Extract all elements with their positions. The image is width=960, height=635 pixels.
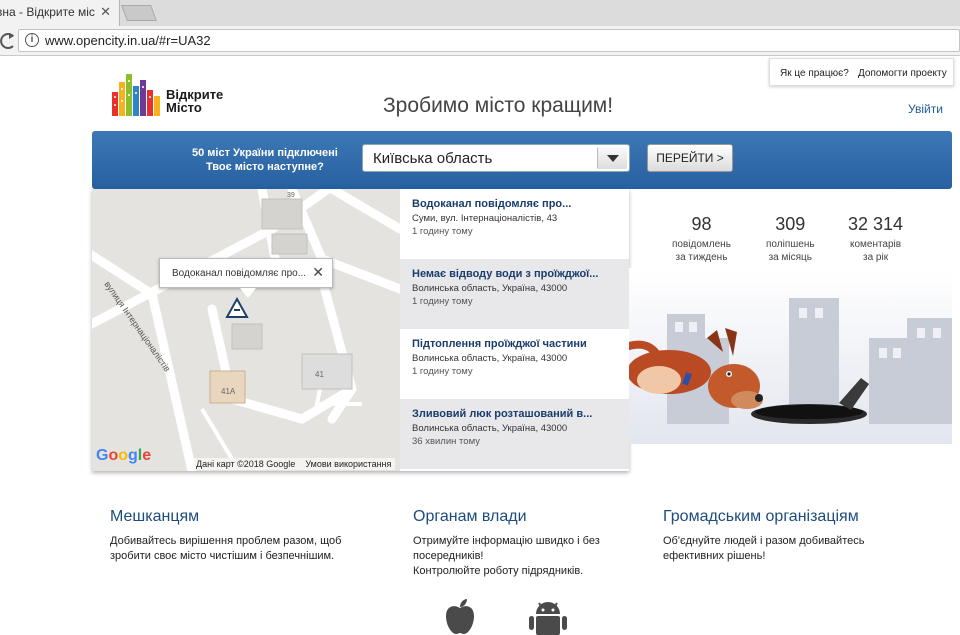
go-button[interactable]: ПЕРЕЙТИ > xyxy=(647,144,733,172)
browser-tab-bar: вна - Відкрите міс ✕ xyxy=(0,0,960,26)
stat-label-line1: коментарів xyxy=(849,239,902,250)
stat-year: 32 314 коментарів за рік xyxy=(848,214,903,264)
feed-item-location: Суми, вул. Інтернаціоналістів, 43 xyxy=(412,213,558,224)
stat-label-line1: поліпшень xyxy=(766,239,815,250)
text-line: Контролюйте роботу підрядників. xyxy=(413,565,584,577)
feed-item-location: Волинська область, Україна, 43000 xyxy=(412,423,568,434)
region-value: Київська область xyxy=(373,150,493,167)
feed-item-time: 36 хвилин тому xyxy=(412,436,480,447)
text-line: Об'єднуйте людей і разом добивайтесь xyxy=(663,535,865,547)
map-terms-link[interactable]: Умови використання xyxy=(305,459,391,469)
info-icon[interactable]: i xyxy=(25,33,39,47)
android-icon[interactable] xyxy=(528,598,568,635)
help-project-link[interactable]: Допомогти проекту xyxy=(858,68,947,79)
google-logo: Google xyxy=(96,447,152,464)
feed-item[interactable]: Зливовий люк розташований в... Волинська… xyxy=(400,399,629,469)
cities-line2: Твоє місто наступне? xyxy=(205,161,324,173)
ngo-title[interactable]: Громадським організаціям xyxy=(663,508,864,526)
svg-text:41А: 41А xyxy=(221,387,236,396)
dog-manhole-illustration xyxy=(629,268,952,444)
svg-text:41: 41 xyxy=(315,370,324,379)
feed-item-title: Підтоплення проїжджої частини xyxy=(412,338,587,350)
help-box: Як це працює? Допомогти проекту xyxy=(769,58,954,86)
stat-label-line2: за рік xyxy=(862,252,889,263)
feed-item-time: 1 годину тому xyxy=(412,226,473,237)
url-input[interactable]: i www.opencity.in.ua/#r=UA32 xyxy=(18,29,960,52)
logo-line2: Місто xyxy=(166,100,202,115)
feed-item[interactable]: Підтоплення проїжджої частини Волинська … xyxy=(400,329,629,399)
tab-title: вна - Відкрите міс xyxy=(0,5,95,19)
close-icon[interactable]: ✕ xyxy=(100,0,111,24)
feed-item-time: 1 годину тому xyxy=(412,366,473,377)
stat-week: 98 повідомлень за тиждень xyxy=(672,214,731,264)
browser-tab[interactable]: вна - Відкрите міс ✕ xyxy=(0,0,120,26)
login-link[interactable]: Увійти xyxy=(908,102,943,116)
stat-label: коментарів за рік xyxy=(848,238,903,264)
cities-line1: 50 міст України підключені xyxy=(192,147,338,159)
close-icon[interactable]: ✕ xyxy=(312,264,324,281)
issue-feed: Водоканал повідомляє про... Суми, вул. І… xyxy=(400,189,629,471)
ngo-column: Громадським організаціям Об'єднуйте люде… xyxy=(663,508,864,564)
dog-illustration-icon xyxy=(629,298,952,424)
stat-label-line2: за тиждень xyxy=(675,252,728,263)
stat-number: 98 xyxy=(691,214,712,234)
feed-item-title: Зливовий люк розташований в... xyxy=(412,408,593,420)
authorities-title[interactable]: Органам влади xyxy=(413,508,600,526)
map-footer: Дані карт ©2018 Google Умови використанн… xyxy=(192,458,396,470)
map-roads: 39 41 41А вулиця Інтернаціоналістів xyxy=(92,189,400,471)
residents-title[interactable]: Мешканцям xyxy=(110,508,341,526)
url-text: www.opencity.in.ua/#r=UA32 xyxy=(45,33,211,48)
feed-item-time: 1 годину тому xyxy=(412,296,473,307)
cities-connected-text: 50 міст України підключені Твоє місто на… xyxy=(192,146,338,174)
page: Як це працює? Допомогти проекту Відкрите… xyxy=(0,56,960,635)
authorities-column: Органам влади Отримуйте інформацію швидк… xyxy=(413,508,600,579)
feed-item[interactable]: Немає відводу води з проїжджої... Волинс… xyxy=(400,259,629,329)
city-selector-bar: 50 міст України підключені Твоє місто на… xyxy=(92,131,952,189)
apple-icon[interactable] xyxy=(440,598,480,635)
popup-tail xyxy=(240,288,256,298)
stat-label-line2: за місяць xyxy=(768,252,812,263)
text-line: ефективних рішень! xyxy=(663,550,766,562)
text-line: Добивайтесь вирішення проблем разом, щоб xyxy=(110,535,342,547)
region-select[interactable]: Київська область xyxy=(362,144,630,172)
stat-number: 309 xyxy=(775,214,806,234)
map-panel: 39 41 41А вулиця Інтернаціоналістів Водо… xyxy=(92,189,629,471)
house-39-label: 39 xyxy=(287,192,295,199)
how-it-works-link[interactable]: Як це працює? xyxy=(780,68,849,79)
logo-text: Відкрите Місто xyxy=(166,88,223,114)
address-bar: i www.opencity.in.ua/#r=UA32 xyxy=(0,26,960,56)
logo-buildings-icon xyxy=(112,74,160,116)
map-data-credit: Дані карт ©2018 Google xyxy=(196,459,296,469)
stat-month: 309 поліпшень за місяць xyxy=(766,214,815,264)
feed-item-title: Водоканал повідомляє про... xyxy=(412,198,572,210)
authorities-text: Отримуйте інформацію швидко і без посере… xyxy=(413,534,600,579)
page-slogan: Зробимо місто кращим! xyxy=(383,94,614,117)
feed-item-location: Волинська область, Україна, 43000 xyxy=(412,353,568,364)
feed-item-location: Волинська область, Україна, 43000 xyxy=(412,283,568,294)
stat-label: повідомлень за тиждень xyxy=(672,238,731,264)
feed-item[interactable]: Водоканал повідомляє про... Суми, вул. І… xyxy=(400,189,629,259)
stat-number: 32 314 xyxy=(848,214,904,234)
feed-item-title: Немає відводу води з проїжджої... xyxy=(412,268,599,280)
map-popup[interactable]: Водоканал повідомляє про... ✕ xyxy=(159,258,333,298)
new-tab-button[interactable] xyxy=(121,5,157,21)
residents-text: Добивайтесь вирішення проблем разом, щоб… xyxy=(110,534,341,564)
map[interactable]: 39 41 41А вулиця Інтернаціоналістів Водо… xyxy=(92,189,400,471)
stat-label: поліпшень за місяць xyxy=(766,238,815,264)
stat-label-line1: повідомлень xyxy=(672,239,731,250)
text-line: Отримуйте інформацію швидко і без xyxy=(413,535,600,547)
logo[interactable]: Відкрите Місто xyxy=(110,70,240,118)
reload-icon[interactable] xyxy=(0,30,16,52)
ngo-text: Об'єднуйте людей і разом добивайтесь ефе… xyxy=(663,534,864,564)
text-line: зробити своє місто чистішим і безпечніши… xyxy=(110,550,335,562)
popup-text: Водоканал повідомляє про... xyxy=(172,268,307,279)
chevron-down-icon[interactable] xyxy=(597,147,627,169)
residents-column: Мешканцям Добивайтесь вирішення проблем … xyxy=(110,508,341,564)
text-line: посередників! xyxy=(413,550,484,562)
